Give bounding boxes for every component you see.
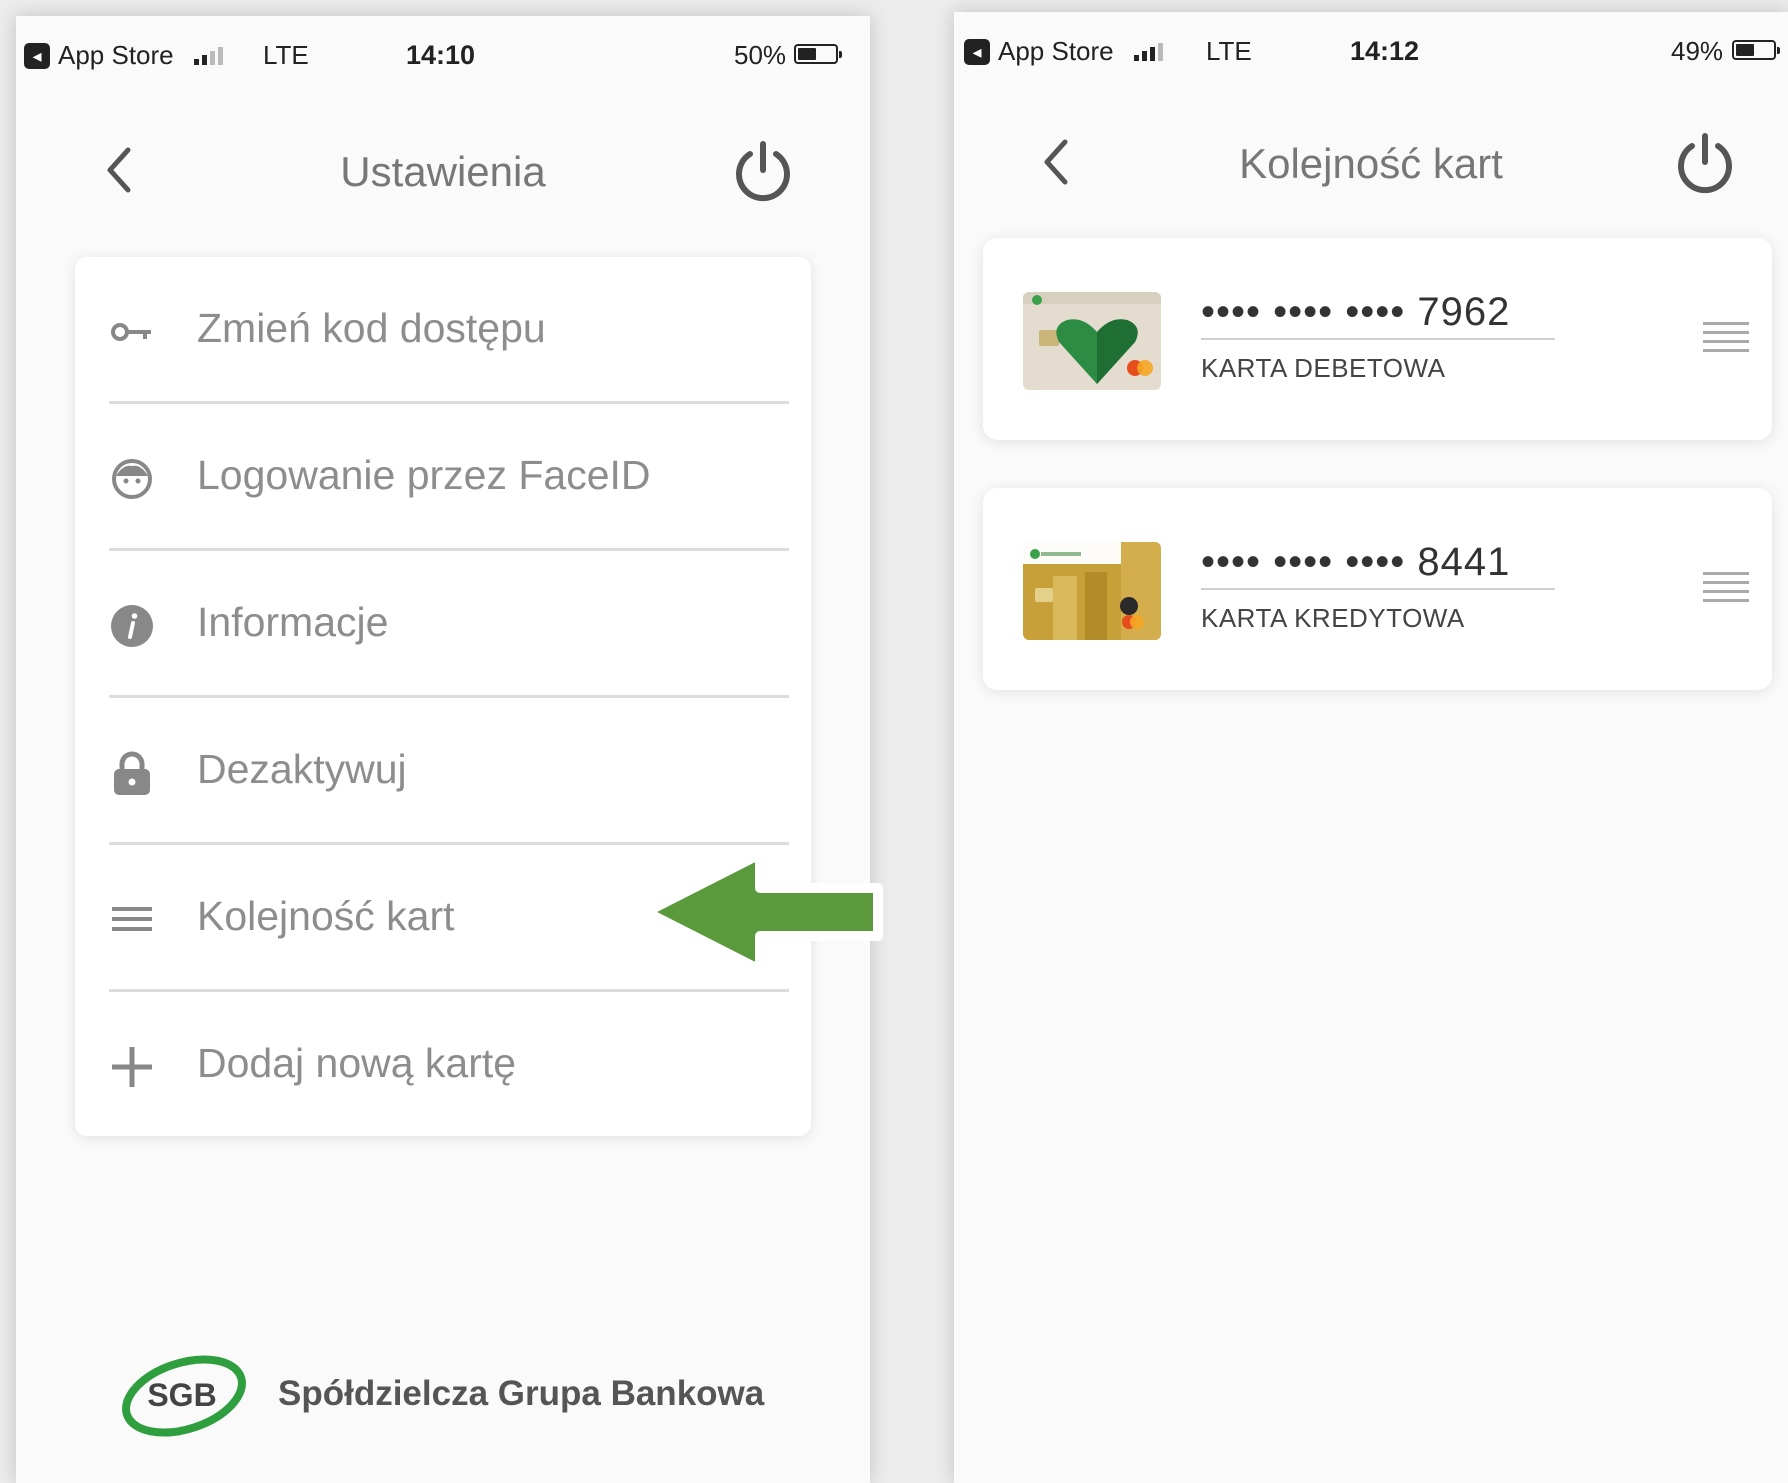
settings-screen: ◂ App Store LTE 14:10 50% Ustawienia Zmi… <box>16 16 870 1483</box>
card-number: •••• •••• •••• 8441 <box>1201 540 1511 584</box>
face-icon <box>109 456 155 502</box>
network-label: LTE <box>263 40 309 70</box>
sgb-logo-mark: SGB <box>122 1355 246 1437</box>
card-list-item[interactable]: •••• •••• •••• 8441 KARTA KREDYTOWA <box>983 488 1772 690</box>
menu-item-information[interactable]: Informacje <box>75 551 811 698</box>
menu-item-faceid[interactable]: Logowanie przez FaceID <box>75 404 811 551</box>
menu-item-label: Dezaktywuj <box>197 746 407 792</box>
menu-item-add-card[interactable]: Dodaj nową kartę <box>75 992 811 1139</box>
status-bar: ◂ App Store LTE 14:12 49% <box>954 12 1788 84</box>
key-icon <box>109 309 155 355</box>
signal-icon <box>1133 42 1163 61</box>
menu-item-label: Kolejność kart <box>197 893 455 939</box>
list-icon <box>109 897 155 943</box>
power-icon[interactable] <box>1670 128 1740 198</box>
lock-icon <box>109 750 155 796</box>
card-type: KARTA DEBETOWA <box>1201 353 1446 383</box>
signal-icon <box>193 46 223 65</box>
credit-card-image <box>1023 542 1161 640</box>
battery-icon <box>1732 40 1780 60</box>
back-app-icon: ◂ <box>964 38 990 65</box>
back-app-icon: ◂ <box>24 42 50 69</box>
menu-item-label: Informacje <box>197 599 389 645</box>
battery-percent: 49% <box>1671 36 1724 66</box>
settings-menu: Zmień kod dostępu Logowanie przez FaceID… <box>75 257 811 1136</box>
battery-icon <box>794 44 842 64</box>
arrow-left-icon <box>640 846 890 983</box>
drag-handle-icon[interactable] <box>1703 568 1749 608</box>
back-app-label: App Store <box>58 40 174 70</box>
network-label: LTE <box>1206 36 1252 66</box>
card-number-underline <box>1201 588 1555 590</box>
menu-item-label: Logowanie przez FaceID <box>197 452 651 498</box>
navigation-header: Ustawienia <box>16 126 870 226</box>
sgb-logo-letters: SGB <box>147 1377 216 1413</box>
drag-handle-icon[interactable] <box>1703 318 1749 358</box>
power-icon[interactable] <box>728 136 798 206</box>
card-order-screen: ◂ App Store LTE 14:12 49% Kolejność kart <box>954 12 1788 1483</box>
navigation-header: Kolejność kart <box>954 116 1788 216</box>
card-number: •••• •••• •••• 7962 <box>1201 290 1511 334</box>
card-number-underline <box>1201 338 1555 340</box>
menu-item-change-passcode[interactable]: Zmień kod dostępu <box>75 257 811 404</box>
debit-card-image <box>1023 292 1161 390</box>
battery-percent: 50% <box>734 40 787 70</box>
plus-icon <box>109 1044 155 1090</box>
info-icon <box>109 603 155 649</box>
back-app-label: App Store <box>998 36 1114 66</box>
clock: 14:12 <box>1350 36 1420 66</box>
menu-item-label: Dodaj nową kartę <box>197 1040 517 1086</box>
menu-item-label: Zmień kod dostępu <box>197 305 546 351</box>
page-title: Kolejność kart <box>1239 140 1503 187</box>
status-bar: ◂ App Store LTE 14:10 50% <box>16 16 870 88</box>
back-to-app-store[interactable]: ◂ App Store <box>24 40 223 71</box>
back-to-app-store[interactable]: ◂ App Store <box>964 36 1163 67</box>
bank-name: Spółdzielcza Grupa Bankowa <box>278 1374 765 1413</box>
card-type: KARTA KREDYTOWA <box>1201 603 1465 633</box>
menu-item-deactivate[interactable]: Dezaktywuj <box>75 698 811 845</box>
sgb-logo: SGB Spółdzielcza Grupa Bankowa <box>112 1344 764 1444</box>
card-list-item[interactable]: •••• •••• •••• 7962 KARTA DEBETOWA <box>983 238 1772 440</box>
clock: 14:10 <box>406 40 476 70</box>
